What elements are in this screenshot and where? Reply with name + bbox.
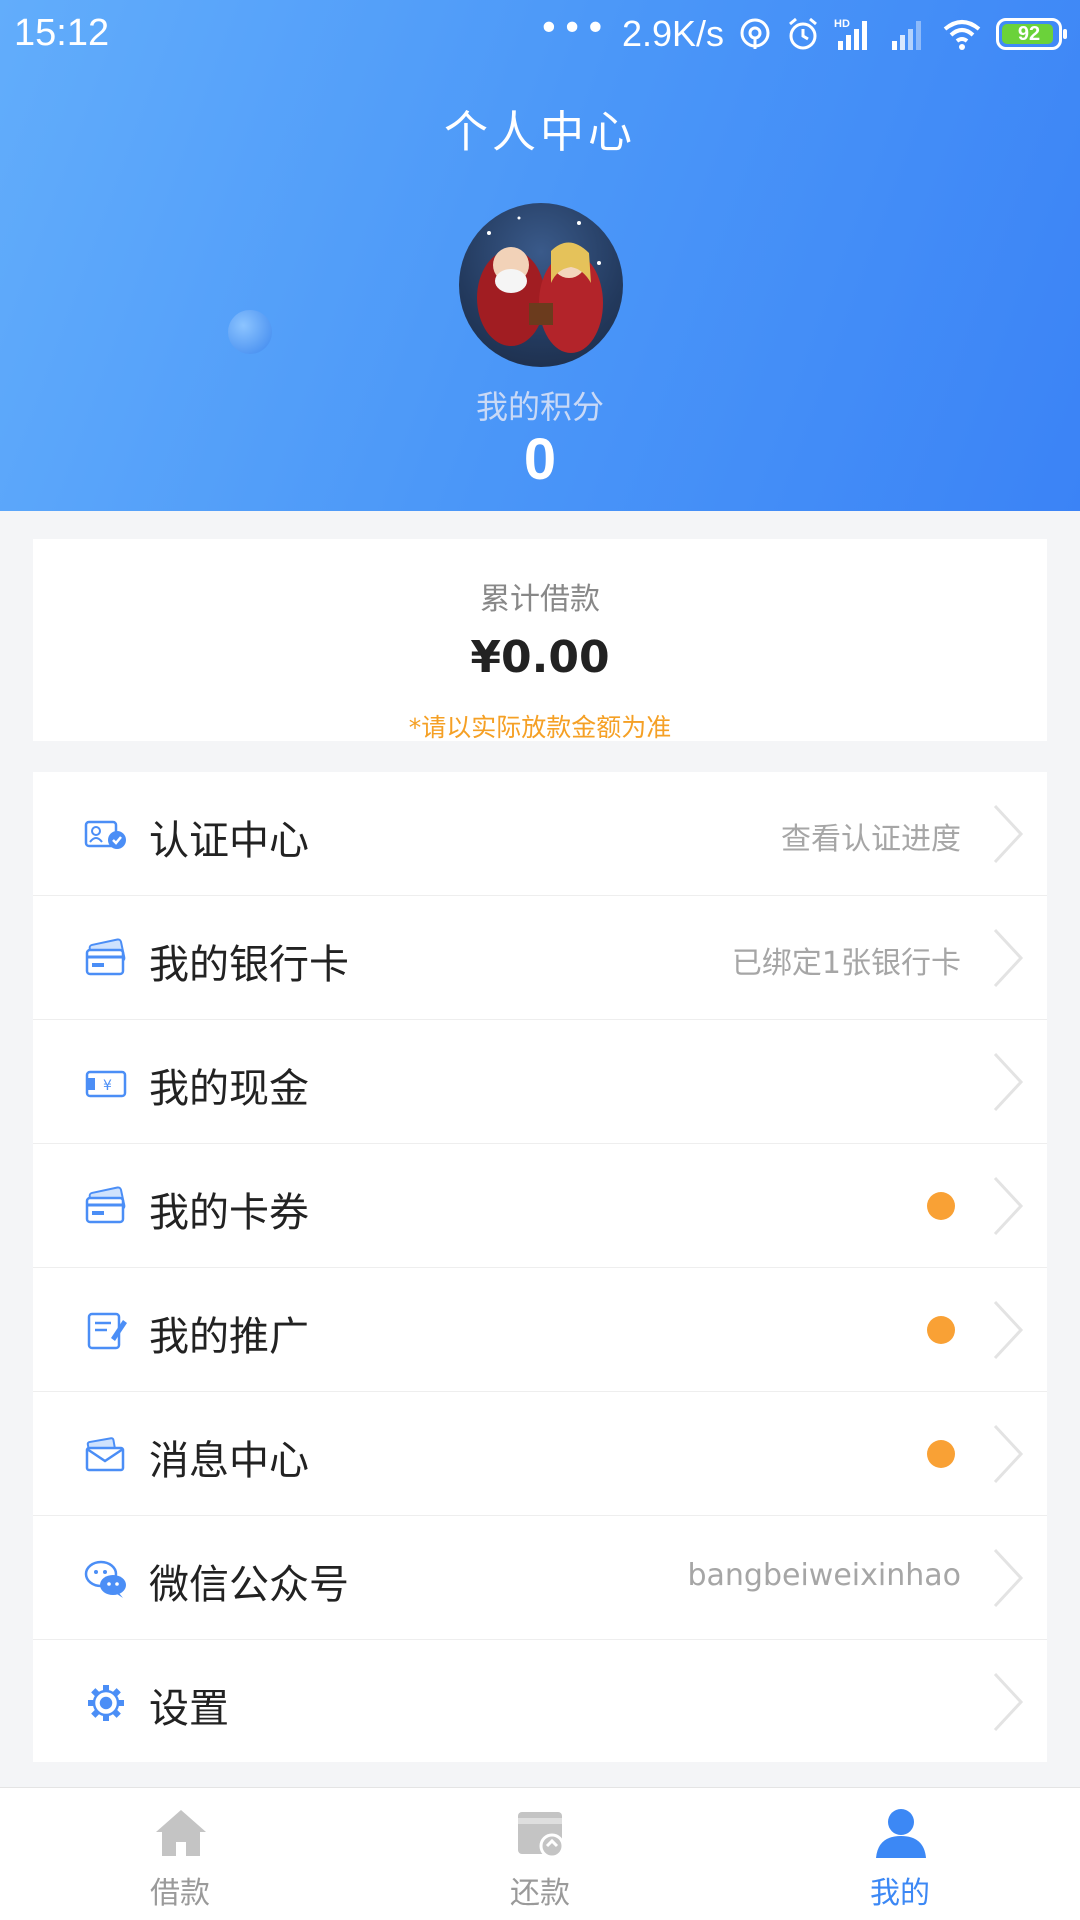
status-icons: ••• 2.9K/s HD 92 <box>538 8 1067 58</box>
home-icon <box>152 1804 210 1862</box>
chevron-right-icon <box>993 804 1024 864</box>
tab-label: 借款 <box>150 1876 210 1911</box>
cash-icon: ¥ <box>83 1060 129 1106</box>
menu-item-label: 微信公众号 <box>149 1562 349 1608</box>
status-more-dots: ••• <box>538 8 608 49</box>
points-value[interactable]: 0 <box>0 426 1080 493</box>
menu-item-label: 我的推广 <box>149 1314 309 1360</box>
page-title: 个人中心 <box>444 107 636 158</box>
signal-icon <box>888 17 928 51</box>
menu-item-value: 查看认证进度 <box>781 822 961 857</box>
notification-badge <box>927 1440 955 1468</box>
menu-item-coupons[interactable]: 我的卡券 <box>33 1144 1047 1268</box>
menu-item-label: 我的现金 <box>149 1066 309 1112</box>
menu-item-settings[interactable]: 设置 <box>33 1640 1047 1764</box>
points-label: 我的积分 <box>475 388 604 426</box>
menu-item-promotion[interactable]: 我的推广 <box>33 1268 1047 1392</box>
svg-text:¥: ¥ <box>103 1078 112 1094</box>
tab-mine[interactable]: 我的 <box>720 1788 1080 1920</box>
wechat-icon <box>83 1556 129 1602</box>
chevron-right-icon <box>993 928 1024 988</box>
verify-badge-icon <box>83 812 129 858</box>
notification-badge <box>927 1192 955 1220</box>
menu-item-value: bangbeiweixinhao <box>687 1558 961 1593</box>
menu-item-bank-card[interactable]: 我的银行卡 已绑定1张银行卡 <box>33 896 1047 1020</box>
coupon-icon <box>83 1184 129 1230</box>
loan-disclaimer: *请以实际放款金额为准 <box>408 713 672 742</box>
chevron-right-icon <box>993 1176 1024 1236</box>
menu-item-label: 设置 <box>149 1686 229 1732</box>
chevron-right-icon <box>993 1300 1024 1360</box>
repay-icon <box>512 1804 570 1862</box>
tab-borrow[interactable]: 借款 <box>0 1788 360 1920</box>
decorative-bubble <box>228 310 272 354</box>
signal-hd-icon: HD <box>834 17 874 51</box>
chevron-right-icon <box>993 1052 1024 1112</box>
bottom-tab-bar: 借款 还款 我的 <box>0 1787 1080 1920</box>
menu-item-label: 认证中心 <box>149 818 309 864</box>
network-speed: 2.9K/s <box>621 13 724 54</box>
tab-label: 我的 <box>870 1876 930 1911</box>
notification-badge <box>927 1316 955 1344</box>
promotion-icon <box>83 1308 129 1354</box>
loan-total-label: 累计借款 <box>480 582 600 617</box>
hotspot-icon <box>738 17 772 51</box>
chevron-right-icon <box>993 1424 1024 1484</box>
menu-item-label: 消息中心 <box>149 1438 309 1484</box>
avatar[interactable] <box>459 203 623 367</box>
user-icon <box>872 1804 930 1862</box>
wifi-icon <box>942 17 982 51</box>
menu-item-label: 我的卡券 <box>149 1190 309 1236</box>
tab-label: 还款 <box>510 1876 570 1911</box>
alarm-icon <box>786 17 820 51</box>
menu-item-cash[interactable]: ¥ 我的现金 <box>33 1020 1047 1144</box>
menu-item-message-center[interactable]: 消息中心 <box>33 1392 1047 1516</box>
menu-item-label: 我的银行卡 <box>149 942 349 988</box>
menu-item-verification-center[interactable]: 认证中心 查看认证进度 <box>33 772 1047 896</box>
chevron-right-icon <box>993 1548 1024 1608</box>
battery-level: 92 <box>1017 22 1041 45</box>
menu-list: 认证中心 查看认证进度 我的银行卡 已绑定1张银行卡 ¥ 我的现金 我的卡券 我… <box>33 772 1047 1762</box>
menu-item-value: 已绑定1张银行卡 <box>731 946 961 981</box>
chevron-right-icon <box>993 1672 1024 1732</box>
settings-gear-icon <box>83 1680 129 1726</box>
loan-total-amount: ¥0.00 <box>470 632 610 683</box>
menu-item-wechat-official[interactable]: 微信公众号 bangbeiweixinhao <box>33 1516 1047 1640</box>
profile-header: 15:12 ••• 2.9K/s HD 92 个人中心 我的积分 0 <box>0 0 1080 511</box>
svg-text:HD: HD <box>834 18 850 30</box>
status-bar: 15:12 ••• 2.9K/s HD 92 <box>0 0 1080 68</box>
tab-repay[interactable]: 还款 <box>360 1788 720 1920</box>
status-time: 15:12 <box>14 12 110 54</box>
bank-card-icon <box>83 936 129 982</box>
message-icon <box>83 1432 129 1478</box>
battery-icon: 92 <box>996 18 1067 50</box>
